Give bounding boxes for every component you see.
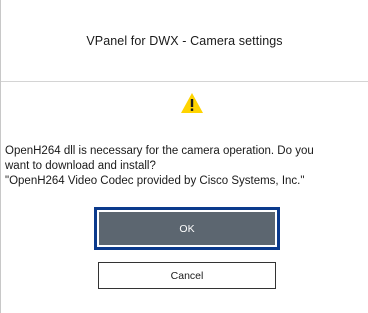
dialog-title-bar: VPanel for DWX - Camera settings [1,0,368,82]
dialog-title: VPanel for DWX - Camera settings [86,33,283,48]
ok-button-focus-frame: OK [94,207,280,250]
cancel-button[interactable]: Cancel [98,262,276,289]
camera-settings-dialog: VPanel for DWX - Camera settings OpenH26… [0,0,368,313]
warning-icon [180,92,204,114]
ok-button[interactable]: OK [99,212,275,245]
dialog-message: OpenH264 dll is necessary for the camera… [5,144,363,189]
message-line: OpenH264 dll is necessary for the camera… [5,145,314,157]
message-line: "OpenH264 Video Codec provided by Cisco … [5,175,305,187]
message-line: want to download and install? [5,160,156,172]
